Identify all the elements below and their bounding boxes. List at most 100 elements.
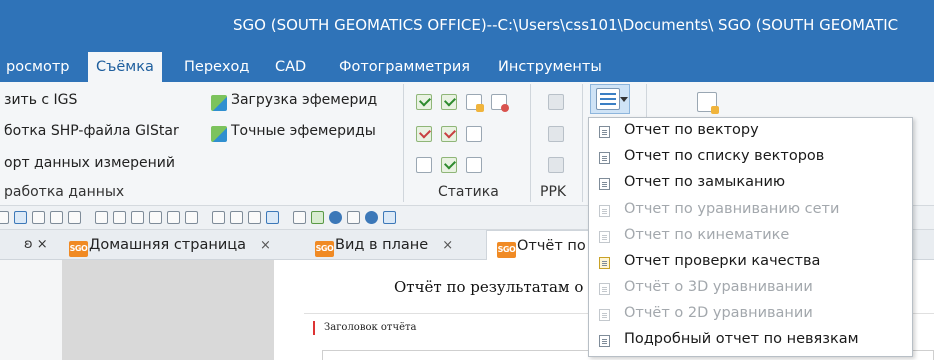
toolbar-doc-icon[interactable] — [50, 211, 63, 224]
menu-item-label: Отчет проверки качества — [624, 253, 821, 269]
report-menu: Отчет по вектору Отчет по списку векторо… — [588, 117, 913, 357]
doc-edit-icon[interactable] — [466, 94, 484, 112]
menu-item-kinematic-report[interactable]: Отчет по кинематике — [589, 224, 912, 250]
report-doc-icon — [599, 309, 610, 321]
title-bar: SGO (SOUTH GEOMATICS OFFICE)--C:\Users\c… — [0, 0, 934, 52]
toolbar-doc-icon[interactable] — [32, 211, 45, 224]
report-doc-icon — [599, 335, 610, 347]
ppp-report-icon[interactable] — [697, 92, 719, 114]
sgo-badge-icon: SGO — [69, 241, 88, 257]
tab-transition[interactable]: Переход — [176, 52, 257, 82]
redo-icon[interactable] — [230, 211, 243, 224]
report-heading: Отчёт по результатам о — [394, 278, 584, 296]
tab-cad[interactable]: CAD — [267, 52, 314, 82]
doc-tab-home[interactable]: SGO Домашняя страница × — [69, 230, 271, 260]
ribbon-separator — [403, 84, 404, 202]
load-ephemeris-button[interactable]: Загрузка эфемерид — [231, 92, 377, 108]
doc-delete-icon[interactable] — [491, 94, 509, 112]
import-igs-button[interactable]: зить с IGS — [4, 92, 77, 108]
report-small-icon[interactable] — [311, 211, 324, 224]
menu-item-quality-check-report[interactable]: Отчет проверки качества — [589, 250, 912, 276]
zoom-out-icon[interactable] — [131, 211, 144, 224]
ribbon-separator — [530, 84, 531, 202]
baseline-process-icon[interactable] — [416, 94, 432, 110]
sgo-badge-icon: SGO — [497, 242, 516, 258]
menu-item-3d-adjustment-report[interactable]: Отчёт о 3D уравнивании — [589, 276, 912, 302]
ribbon-tabs: росмотр Съёмка Переход CAD Фотограмметри… — [0, 52, 934, 82]
zoom-window-icon[interactable] — [149, 211, 162, 224]
side-panel — [62, 260, 274, 360]
doc-tab-report[interactable]: SGO Отчёт по с — [486, 230, 599, 260]
loop-check-icon[interactable] — [416, 126, 432, 142]
menu-item-vector-report[interactable]: Отчет по вектору — [589, 119, 912, 145]
menu-item-2d-adjustment-report[interactable]: Отчёт о 2D уравнивании — [589, 302, 912, 328]
left-strip — [0, 260, 62, 360]
menu-item-network-adjustment-report[interactable]: Отчет по уравниванию сети — [589, 198, 912, 224]
menu-item-label: Отчет по списку векторов — [624, 148, 825, 164]
menu-item-vector-list-report[interactable]: Отчет по списку векторов — [589, 145, 912, 171]
toolbar-doc-icon[interactable] — [14, 211, 27, 224]
toolbar-doc-icon[interactable] — [0, 211, 9, 224]
text-icon[interactable] — [248, 211, 261, 224]
doc-icon[interactable] — [466, 157, 482, 173]
ppk-process-icon[interactable] — [548, 94, 564, 110]
close-icon[interactable]: × — [442, 238, 453, 253]
ppk-settings-icon[interactable] — [548, 126, 564, 142]
menu-item-label: Отчёт о 3D уравнивании — [624, 279, 813, 295]
group-static-label: Статика — [438, 184, 499, 200]
list-icon[interactable] — [293, 211, 306, 224]
settings-icon[interactable] — [383, 211, 396, 224]
menu-item-detailed-residuals-report[interactable]: Подробный отчет по невязкам — [589, 328, 912, 354]
table-icon[interactable] — [347, 211, 360, 224]
tab-survey[interactable]: Съёмка — [88, 52, 162, 82]
loop-error-icon[interactable] — [441, 126, 457, 142]
zoom-extents-icon[interactable] — [167, 211, 180, 224]
doc-tab-label: Отчёт по с — [517, 238, 599, 254]
close-icon[interactable]: × — [260, 238, 271, 253]
ribbon-separator — [582, 84, 583, 202]
process-shp-button[interactable]: ботка SHP-файла GIStar — [4, 123, 179, 139]
menu-item-label: Отчет по уравниванию сети — [624, 201, 840, 217]
network-adjust-icon[interactable] — [441, 157, 457, 173]
doc-tab-label: Вид в плане — [335, 237, 429, 253]
pin-close-icon[interactable]: ʚ × — [24, 237, 48, 252]
report-header-label: Заголовок отчёта — [313, 321, 416, 335]
window-title: SGO (SOUTH GEOMATICS OFFICE)--C:\Users\c… — [233, 16, 899, 34]
info-icon[interactable] — [329, 211, 342, 224]
doc-tab-label: Домашняя страница — [89, 237, 246, 253]
tab-view[interactable]: росмотр — [0, 52, 78, 82]
export-measurements-button[interactable]: орт данных измерений — [4, 155, 175, 171]
report-doc-icon — [599, 205, 610, 217]
doc-icon[interactable] — [416, 157, 432, 173]
tab-tools[interactable]: Инструменты — [490, 52, 610, 82]
ppk-check-icon[interactable] — [548, 157, 564, 173]
baseline-check-icon[interactable] — [441, 94, 457, 110]
menu-item-label: Подробный отчет по невязкам — [624, 331, 859, 347]
menu-item-label: Отчет по вектору — [624, 122, 759, 138]
select-icon[interactable] — [266, 211, 279, 224]
pan-icon[interactable] — [95, 211, 108, 224]
tab-photogrammetry[interactable]: Фотограмметрия — [331, 52, 478, 82]
precise-ephemeris-button[interactable]: Точные эфемериды — [231, 123, 376, 139]
report-doc-icon — [599, 231, 610, 243]
frame-icon[interactable] — [185, 211, 198, 224]
report-doc-icon — [599, 283, 610, 295]
ephemeris-icon — [211, 95, 227, 111]
sgo-badge-icon: SGO — [315, 241, 334, 257]
doc-icon[interactable] — [466, 126, 482, 142]
menu-item-label: Отчёт о 2D уравнивании — [624, 305, 813, 321]
chevron-down-icon — [620, 97, 628, 102]
help-icon[interactable] — [365, 211, 378, 224]
menu-item-loop-closure-report[interactable]: Отчет по замыканию — [589, 171, 912, 197]
doc-tab-plan-view[interactable]: SGO Вид в плане × — [315, 230, 453, 260]
menu-item-label: Отчет по замыканию — [624, 174, 786, 190]
zoom-in-icon[interactable] — [113, 211, 126, 224]
undo-icon[interactable] — [212, 211, 225, 224]
report-doc-icon — [599, 178, 610, 190]
report-doc-icon — [599, 152, 610, 164]
report-dropdown-button[interactable] — [590, 84, 630, 114]
report-icon — [596, 88, 620, 110]
precise-ephemeris-icon — [211, 126, 227, 142]
quality-report-icon — [599, 257, 610, 269]
toolbar-doc-icon[interactable] — [68, 211, 81, 224]
